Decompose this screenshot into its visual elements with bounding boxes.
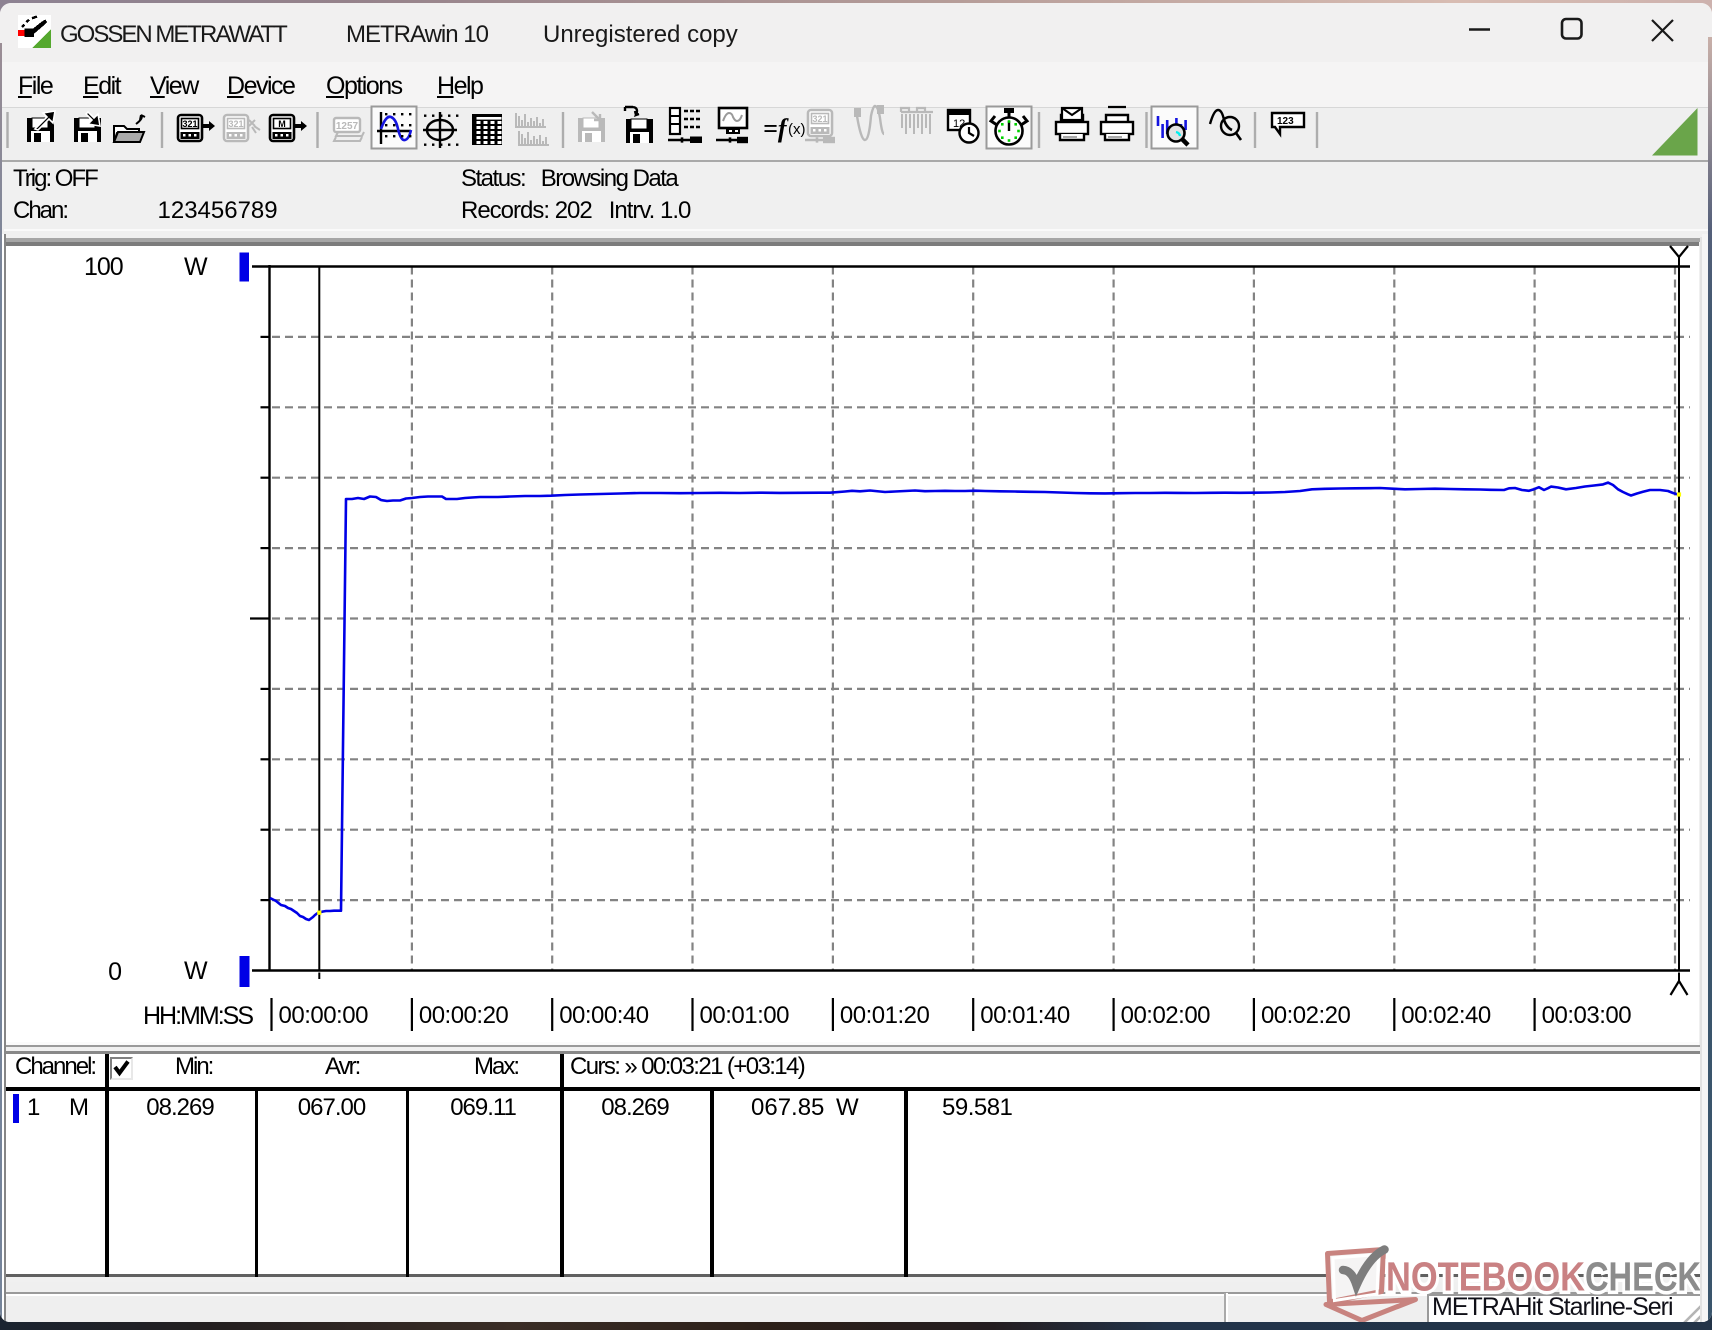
svg-text:321: 321: [182, 119, 197, 129]
svg-text:321: 321: [228, 119, 243, 129]
svg-text:321: 321: [812, 114, 827, 124]
svg-text:(x): (x): [788, 121, 806, 138]
svg-text:M: M: [278, 119, 286, 129]
svg-text:NOTEBOOK: NOTEBOOK: [1386, 1254, 1585, 1300]
svg-text:123: 123: [1277, 116, 1294, 127]
svg-text:=f: =f: [763, 114, 789, 143]
svg-text:1257: 1257: [336, 121, 359, 132]
svg-text:CHECK: CHECK: [1585, 1254, 1701, 1300]
